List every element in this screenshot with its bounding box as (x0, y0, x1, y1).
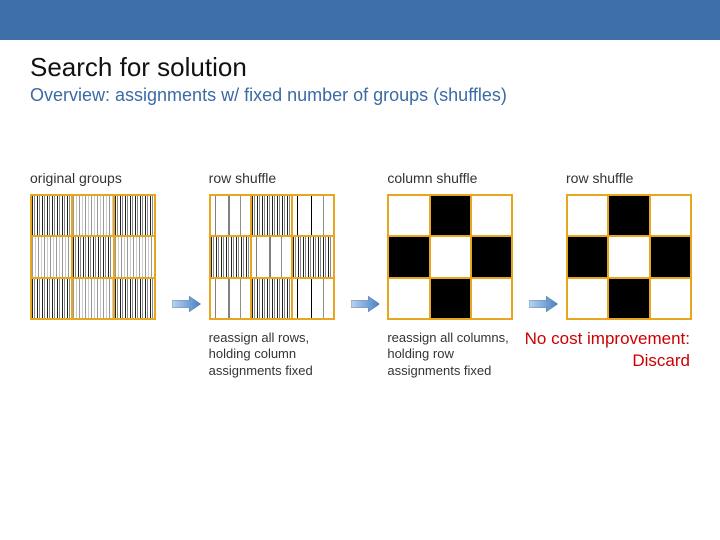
panel-label: row shuffle (209, 170, 276, 188)
page-subtitle: Overview: assignments w/ fixed number of… (30, 85, 720, 106)
result-line2: Discard (632, 351, 690, 370)
matrix-row-shuffle (209, 194, 335, 320)
panel-caption: reassign all rows, holding column assign… (209, 330, 343, 379)
matrix-row-shuffle-2 (566, 194, 692, 320)
arrow-right-icon (172, 292, 201, 316)
panel-column-shuffle: column shuffle reassign all columns, hol… (387, 170, 521, 379)
matrix-column-shuffle (387, 194, 513, 320)
page-title: Search for solution (30, 52, 720, 83)
panel-label: row shuffle (566, 170, 633, 188)
panel-row-shuffle-1: row shuffle reassign all rows, holding c… (209, 170, 343, 379)
panel-original-groups: original groups (30, 170, 164, 330)
result-line1: No cost improvement: (525, 329, 690, 348)
panel-caption: reassign all columns, holding row assign… (387, 330, 521, 379)
panel-label: original groups (30, 170, 122, 188)
matrix-original (30, 194, 156, 320)
arrow-right-icon (351, 292, 380, 316)
result-text: No cost improvement: Discard (525, 328, 690, 372)
panel-row-shuffle-2: row shuffle (566, 170, 700, 330)
top-bar (0, 0, 720, 40)
arrow-right-icon (529, 292, 558, 316)
panel-label: column shuffle (387, 170, 477, 188)
